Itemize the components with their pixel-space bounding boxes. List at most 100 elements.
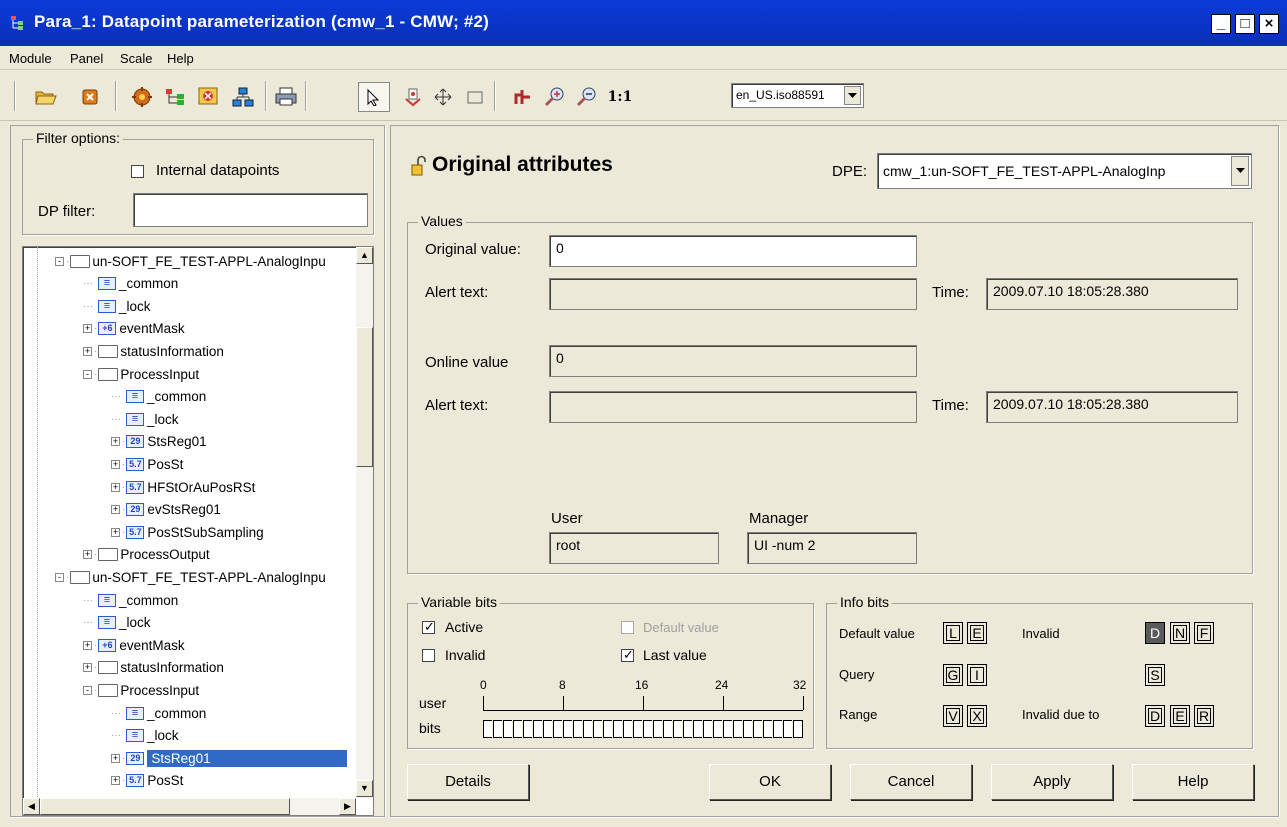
expand-icon[interactable]: + — [111, 776, 120, 786]
expand-icon[interactable]: + — [111, 753, 120, 763]
menu-module[interactable]: Module — [9, 51, 52, 66]
collapse-icon[interactable]: - — [55, 572, 64, 582]
scroll-thumb-horizontal[interactable] — [40, 798, 290, 815]
user-bit-cell[interactable] — [483, 720, 492, 738]
expand-icon[interactable]: + — [111, 459, 120, 469]
close-icon[interactable] — [78, 85, 102, 109]
invalid-checkbox[interactable] — [422, 649, 435, 662]
original-value-input[interactable]: 0 — [549, 235, 917, 267]
tree-icon[interactable] — [164, 85, 188, 109]
tree-leaf-node[interactable]: ··· ≡ _lock — [83, 612, 151, 634]
user-bit-cell[interactable] — [533, 720, 542, 738]
tree-leaf-node[interactable]: ··· ≡ _common — [111, 702, 206, 724]
tree-folder-node[interactable]: - · un-SOFT_FE_TEST-APPL-AnalogInpu — [55, 250, 326, 272]
user-bit-cell[interactable] — [503, 720, 512, 738]
tree-folder-node[interactable]: + · statusInformation — [83, 657, 224, 679]
ok-button[interactable]: OK — [709, 764, 831, 800]
user-bit-cell[interactable] — [793, 720, 802, 738]
rect-icon[interactable] — [463, 85, 487, 109]
zoom-1to1-button[interactable]: 1:1 — [603, 85, 637, 109]
menu-scale[interactable]: Scale — [120, 51, 153, 66]
expand-icon[interactable]: + — [83, 663, 92, 673]
gear-icon[interactable] — [130, 85, 154, 109]
tree-leaf-node[interactable]: ··· ≡ _lock — [111, 725, 179, 747]
expand-icon[interactable]: + — [111, 505, 120, 515]
tree-horizontal-scrollbar[interactable]: ◀ ▶ — [23, 798, 356, 815]
expand-icon[interactable]: + — [111, 527, 120, 537]
pointer-icon[interactable] — [358, 82, 390, 112]
dp-filter-input[interactable] — [133, 193, 368, 227]
tree-leaf-node[interactable]: ··· ≡ _common — [83, 273, 178, 295]
tree-leaf-node[interactable]: + · +6 eventMask — [83, 318, 185, 340]
user-bit-cell[interactable] — [683, 720, 692, 738]
expand-icon[interactable]: + — [111, 437, 120, 447]
expand-icon[interactable]: + — [111, 482, 120, 492]
tree-leaf-node[interactable]: + · 5.7 PosStSubSampling — [111, 521, 264, 543]
user-bit-cell[interactable] — [693, 720, 702, 738]
user-bits-scale[interactable] — [483, 696, 804, 738]
help-button[interactable]: Help — [1132, 764, 1254, 800]
tree-folder-node[interactable]: + · ProcessOutput — [83, 544, 210, 566]
menu-panel[interactable]: Panel — [70, 51, 103, 66]
tree-leaf-node[interactable]: + · 29 StsReg01 — [111, 747, 348, 769]
open-folder-icon[interactable] — [34, 85, 58, 109]
tree-leaf-node[interactable]: + · 5.7 PosSt — [111, 770, 183, 792]
user-bit-cell[interactable] — [663, 720, 672, 738]
last-value-checkbox[interactable]: ✓ — [621, 647, 634, 662]
expand-icon[interactable]: + — [83, 550, 92, 560]
print-icon[interactable] — [274, 85, 298, 109]
scroll-right-icon[interactable]: ▶ — [339, 798, 356, 815]
menu-help[interactable]: Help — [167, 51, 194, 66]
locale-select[interactable]: en_US.iso88591 — [731, 83, 864, 108]
tree-leaf-node[interactable]: + · 5.7 HFStOrAuPosRSt — [111, 476, 255, 498]
tree-leaf-node[interactable]: ··· ≡ _lock — [111, 408, 179, 430]
user-bit-cell[interactable] — [743, 720, 752, 738]
close-button[interactable]: × — [1259, 14, 1279, 34]
move-icon[interactable] — [431, 85, 455, 109]
user-bit-cell[interactable] — [593, 720, 602, 738]
tree-folder-node[interactable]: - · ProcessInput — [83, 679, 199, 701]
cancel-button[interactable]: Cancel — [850, 764, 972, 800]
user-bit-cell[interactable] — [623, 720, 632, 738]
tree-leaf-node[interactable]: + · 5.7 PosSt — [111, 453, 183, 475]
tree-folder-node[interactable]: - · ProcessInput — [83, 363, 199, 385]
user-bit-cell[interactable] — [643, 720, 652, 738]
collapse-icon[interactable]: - — [55, 256, 64, 266]
default-value-checkbox[interactable] — [621, 621, 634, 634]
chevron-down-icon[interactable] — [844, 86, 861, 105]
user-bit-cell[interactable] — [713, 720, 722, 738]
apply-button[interactable]: Apply — [991, 764, 1113, 800]
tree-leaf-node[interactable]: ··· ≡ _common — [83, 589, 178, 611]
tree-leaf-node[interactable]: ··· ≡ _common — [111, 386, 206, 408]
datapoint-tree[interactable]: - · un-SOFT_FE_TEST-APPL-AnalogInpu ··· ≡ _co… — [22, 246, 374, 816]
scroll-down-icon[interactable]: ▼ — [356, 780, 373, 797]
network-icon[interactable] — [231, 85, 255, 109]
details-button[interactable]: Details — [407, 764, 529, 800]
user-bit-cell[interactable] — [733, 720, 742, 738]
user-bit-cell[interactable] — [773, 720, 782, 738]
user-bit-cell[interactable] — [783, 720, 792, 738]
user-bit-cell[interactable] — [653, 720, 662, 738]
collapse-icon[interactable]: - — [83, 369, 92, 379]
expand-icon[interactable]: + — [83, 324, 92, 334]
chevron-down-icon[interactable] — [1231, 156, 1249, 186]
user-bit-cell[interactable] — [603, 720, 612, 738]
expand-icon[interactable]: + — [83, 640, 92, 650]
tree-leaf-node[interactable]: ··· ≡ _lock — [83, 295, 151, 317]
tree-folder-node[interactable]: + · statusInformation — [83, 340, 224, 362]
cursor-icon[interactable] — [401, 85, 425, 109]
user-bit-cell[interactable] — [543, 720, 552, 738]
tree-folder-node[interactable]: - · un-SOFT_FE_TEST-APPL-AnalogInpu — [55, 566, 326, 588]
internal-datapoints-checkbox[interactable] — [131, 165, 144, 178]
collapse-icon[interactable]: - — [83, 685, 92, 695]
user-bit-cell[interactable] — [633, 720, 642, 738]
tree-vertical-scrollbar[interactable]: ▲ ▼ — [356, 247, 373, 798]
maximize-button[interactable]: □ — [1235, 14, 1255, 34]
user-bit-cell[interactable] — [753, 720, 762, 738]
user-bit-cell[interactable] — [513, 720, 522, 738]
user-bit-cell[interactable] — [673, 720, 682, 738]
user-bit-cell[interactable] — [723, 720, 732, 738]
target-icon[interactable] — [511, 85, 535, 109]
tree-leaf-node[interactable]: + · 29 evStsReg01 — [111, 499, 221, 521]
scroll-up-icon[interactable]: ▲ — [356, 247, 373, 264]
